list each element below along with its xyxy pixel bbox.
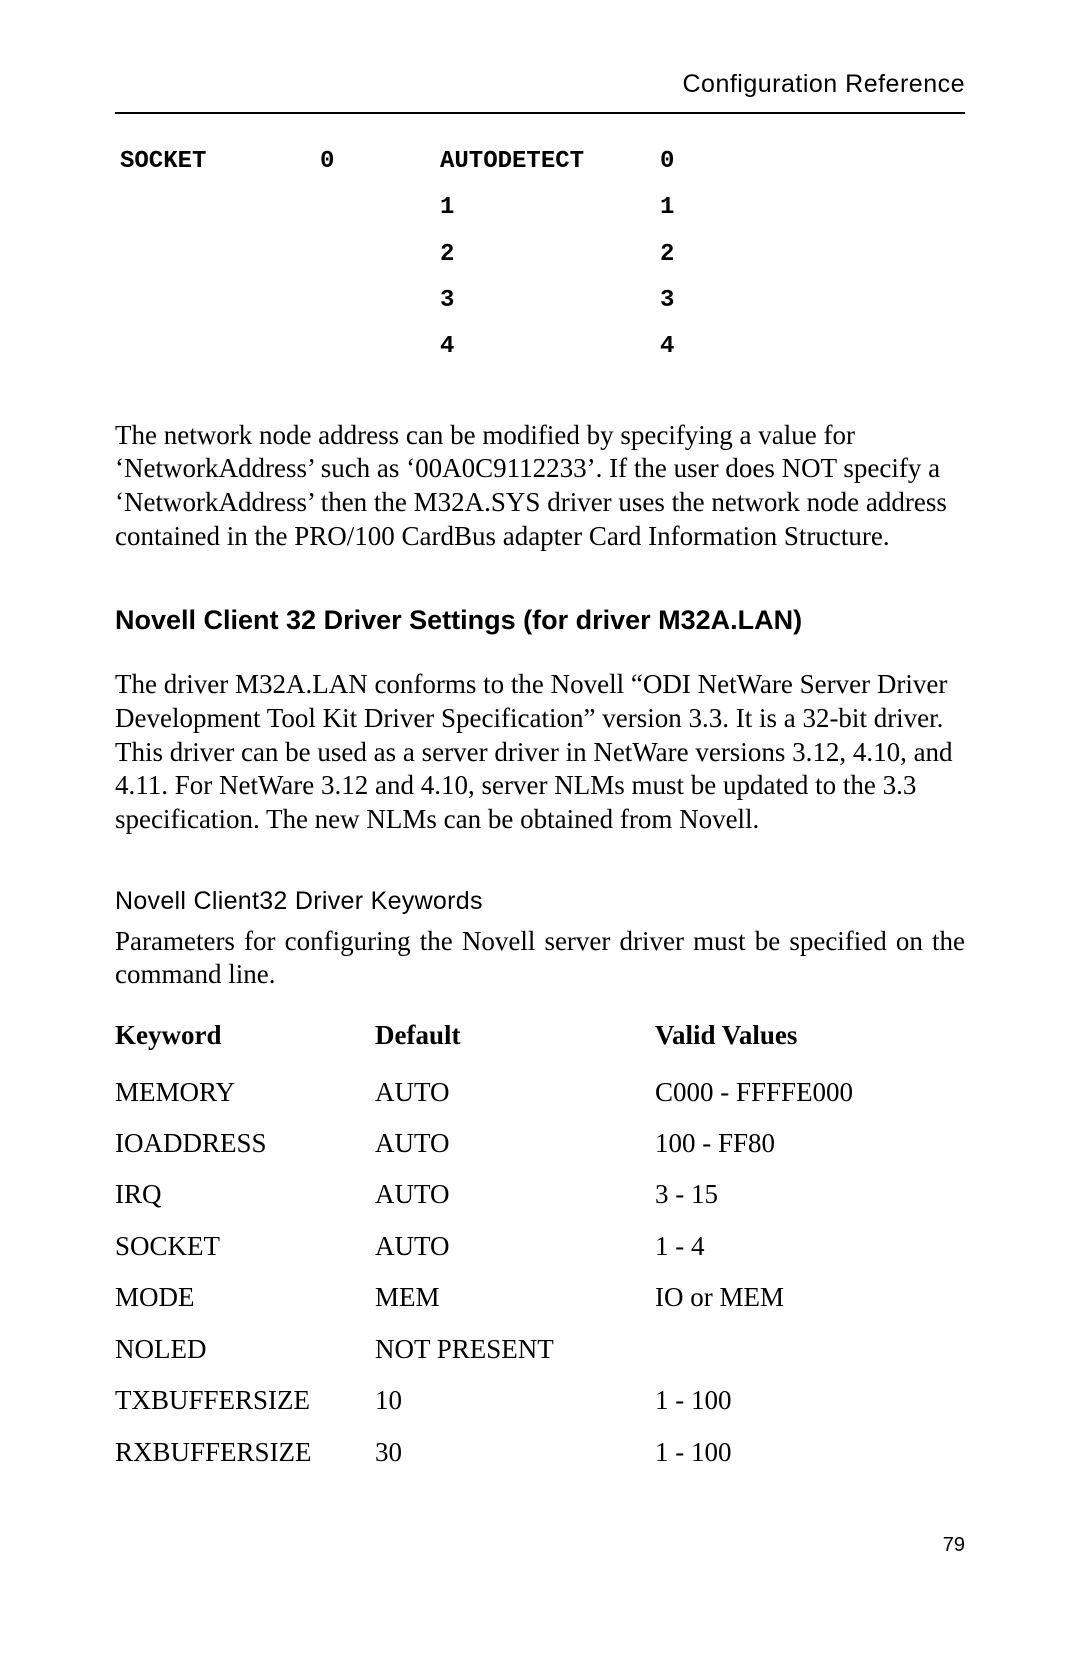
cell: C000 - FFFFE000 xyxy=(655,1074,965,1110)
cell: 3 xyxy=(660,285,740,317)
table-row: IRQAUTO3 - 15 xyxy=(115,1176,965,1212)
cell xyxy=(320,192,440,224)
cell: 3 xyxy=(440,285,660,317)
cell xyxy=(320,239,440,271)
cell: RXBUFFERSIZE xyxy=(115,1434,375,1470)
table-row: IOADDRESSAUTO100 - FF80 xyxy=(115,1125,965,1161)
cell: 1 xyxy=(660,192,740,224)
cell xyxy=(655,1331,965,1367)
cell: NOLED xyxy=(115,1331,375,1367)
cell xyxy=(120,239,320,271)
cell: 0 xyxy=(660,146,740,178)
cell: MEMORY xyxy=(115,1074,375,1110)
cell: IOADDRESS xyxy=(115,1125,375,1161)
running-header: Configuration Reference xyxy=(115,68,965,114)
table-row: NOLEDNOT PRESENT xyxy=(115,1331,965,1367)
page-number: 79 xyxy=(115,1532,965,1559)
cell: AUTODETECT xyxy=(440,146,660,178)
table-row: RXBUFFERSIZE301 - 100 xyxy=(115,1434,965,1470)
header-valid-values: Valid Values xyxy=(655,1017,965,1053)
cell xyxy=(320,331,440,363)
heading-novell-client32: Novell Client 32 Driver Settings (for dr… xyxy=(115,602,965,638)
table-row: SOCKETAUTO1 - 4 xyxy=(115,1228,965,1264)
table-row: MODEMEMIO or MEM xyxy=(115,1279,965,1315)
header-keyword: Keyword xyxy=(115,1017,375,1053)
header-default: Default xyxy=(375,1017,655,1053)
cell: 2 xyxy=(660,239,740,271)
cell: AUTO xyxy=(375,1176,655,1212)
cell: 0 xyxy=(320,146,440,178)
table-row: TXBUFFERSIZE101 - 100 xyxy=(115,1382,965,1418)
cell: 4 xyxy=(440,331,660,363)
cell: TXBUFFERSIZE xyxy=(115,1382,375,1418)
cell: 10 xyxy=(375,1382,655,1418)
keyword-table-body: MEMORYAUTOC000 - FFFFE000IOADDRESSAUTO10… xyxy=(115,1074,965,1471)
socket-table: SOCKET 0 AUTODETECT 0 1 1 2 2 3 3 4 4 xyxy=(120,146,965,364)
cell xyxy=(120,192,320,224)
paragraph-parameters: Parameters for configuring the Novell se… xyxy=(115,925,965,993)
paragraph-network-address: The network node address can be modified… xyxy=(115,419,965,554)
cell xyxy=(120,285,320,317)
keyword-table-header: Keyword Default Valid Values xyxy=(115,1017,965,1053)
cell xyxy=(120,331,320,363)
paragraph-driver-description: The driver M32A.LAN conforms to the Nove… xyxy=(115,668,965,837)
cell: AUTO xyxy=(375,1228,655,1264)
cell: SOCKET xyxy=(115,1228,375,1264)
cell: AUTO xyxy=(375,1074,655,1110)
cell: 100 - FF80 xyxy=(655,1125,965,1161)
cell: IRQ xyxy=(115,1176,375,1212)
subheading-driver-keywords: Novell Client32 Driver Keywords xyxy=(115,885,965,919)
cell: 1 - 100 xyxy=(655,1434,965,1470)
cell: NOT PRESENT xyxy=(375,1331,655,1367)
cell: 1 xyxy=(440,192,660,224)
cell: AUTO xyxy=(375,1125,655,1161)
cell: 2 xyxy=(440,239,660,271)
cell: IO or MEM xyxy=(655,1279,965,1315)
cell: 1 - 4 xyxy=(655,1228,965,1264)
cell: 1 - 100 xyxy=(655,1382,965,1418)
cell: 30 xyxy=(375,1434,655,1470)
cell: MODE xyxy=(115,1279,375,1315)
cell: MEM xyxy=(375,1279,655,1315)
cell: 4 xyxy=(660,331,740,363)
socket-label: SOCKET xyxy=(120,146,320,178)
cell xyxy=(320,285,440,317)
table-row: MEMORYAUTOC000 - FFFFE000 xyxy=(115,1074,965,1110)
cell: 3 - 15 xyxy=(655,1176,965,1212)
